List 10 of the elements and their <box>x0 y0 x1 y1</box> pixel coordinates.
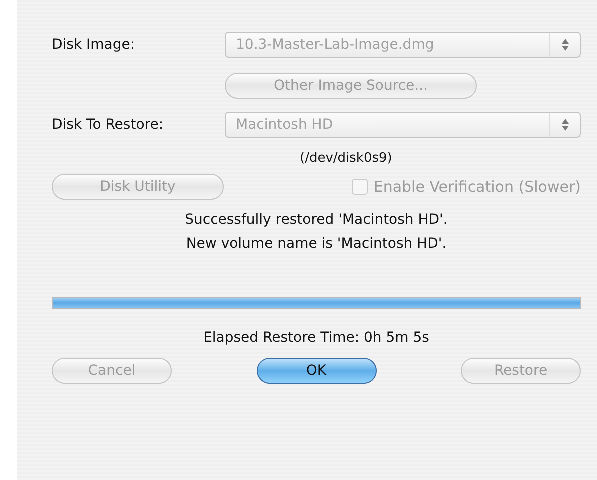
stepper-arrows-icon <box>562 119 568 131</box>
field-label: Disk To Restore: <box>52 117 165 133</box>
status-message: New volume name is 'Macintosh HD'. <box>186 236 447 252</box>
ok-button[interactable]: OK <box>256 358 376 384</box>
status-message: Successfully restored 'Macintosh HD'. <box>185 212 448 228</box>
device-path: (/dev/disk0s9) <box>300 151 392 166</box>
elapsed-time: Elapsed Restore Time: 0h 5m 5s <box>204 330 430 346</box>
checkbox-label: Enable Verification (Slower) <box>374 178 581 196</box>
stepper-arrows-icon <box>562 39 568 51</box>
field-label: Disk Image: <box>52 37 136 53</box>
